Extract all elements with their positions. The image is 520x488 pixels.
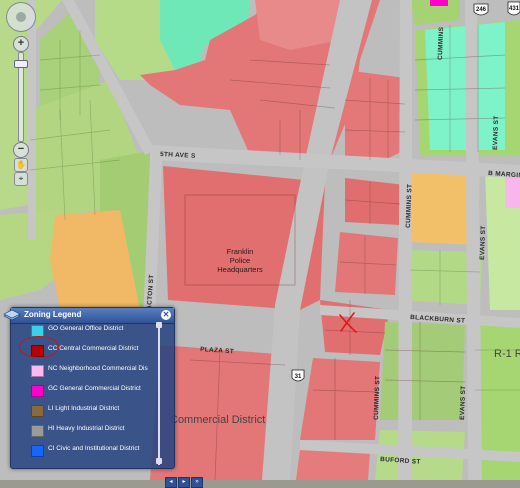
layers-icon <box>3 310 21 321</box>
street-label-evans-south: EVANS ST <box>459 385 467 420</box>
legend-swatch <box>31 445 44 457</box>
route-shield-246-label: 246 <box>476 7 487 13</box>
zone-commercial-east1 <box>345 70 405 165</box>
legend-item: NC Neighborhood Commercial Dis <box>31 364 161 378</box>
legend-item-label: LI Light Industrial District <box>48 405 120 412</box>
legend-swatch <box>31 405 44 417</box>
legend-item: GO General Office District <box>31 324 161 338</box>
legend-footer-controls: ◂ ▸» <box>165 470 215 488</box>
legend-item-label: GC General Commercial District <box>48 385 141 392</box>
zoom-slider-thumb[interactable] <box>14 60 28 68</box>
legend-last-button[interactable]: » <box>191 477 203 488</box>
zone-gc-top <box>430 0 448 6</box>
zone-commercial-east6 <box>296 450 370 480</box>
legend-title: Zoning Legend <box>24 310 82 319</box>
street-label-evans-mid: EVANS ST <box>479 225 487 260</box>
legend-prev-button[interactable]: ◂ <box>165 477 177 488</box>
zoom-out-button[interactable]: − <box>13 142 29 158</box>
legend-item: CI Civic and Institutional District <box>31 444 161 458</box>
route-shield-246: 246 <box>473 3 489 16</box>
legend-scroll-down-icon[interactable] <box>156 458 162 464</box>
place-label-line2: Police <box>230 256 250 265</box>
annotation-circle <box>19 336 59 358</box>
zoom-in-button[interactable]: + <box>13 36 29 52</box>
zone-commercial-east2 <box>345 178 405 225</box>
legend-item: HI Heavy Industrial District <box>31 424 161 438</box>
legend-close-button[interactable]: ✕ <box>161 310 171 320</box>
legend-item-label: GO General Office District <box>48 325 124 332</box>
route-shield-431: 431 <box>507 1 520 16</box>
legend-scrollbar[interactable] <box>158 327 160 465</box>
zone-residential-e3 <box>380 322 465 420</box>
legend-swatch <box>31 425 44 437</box>
legend-swatch <box>31 385 44 397</box>
street-label-evans-north: EVANS ST <box>492 115 500 150</box>
legend-next-button[interactable]: ▸ <box>178 477 190 488</box>
cummins-st-road <box>398 0 412 480</box>
place-label-line3: Headquarters <box>217 265 263 274</box>
legend-item-label: CI Civic and Institutional District <box>48 445 140 452</box>
pan-hand-tool-icon[interactable]: ✋ <box>14 158 28 172</box>
zoom-box-tool-icon[interactable]: ⌖ <box>14 172 28 186</box>
district-label-commercial: Commercial District <box>170 414 265 426</box>
route-shield-31-label: 31 <box>295 374 302 380</box>
legend-item: LI Light Industrial District <box>31 404 161 418</box>
zoning-legend-panel: Zoning Legend ✕ GO General Office Distri… <box>3 307 175 469</box>
legend-item-label: NC Neighborhood Commercial Dis <box>48 365 148 372</box>
street-label-cummins-top: CUMMINS <box>437 26 445 60</box>
route-shield-31: 31 <box>291 369 305 382</box>
legend-item: GC General Commercial District <box>31 384 161 398</box>
pan-control[interactable] <box>6 2 36 32</box>
legend-item-label: CC Central Commercial District <box>48 345 139 352</box>
zone-code-label-r1: R-1 Re <box>494 348 520 360</box>
legend-swatch <box>31 365 44 377</box>
route-shield-431-label: 431 <box>509 6 520 12</box>
map-navigation-control: + − ✋ ⌖ <box>4 0 36 190</box>
place-label-line1: Franklin <box>227 247 254 256</box>
zone-commercial-east5 <box>300 358 380 440</box>
legend-item-label: HI Heavy Industrial District <box>48 425 125 432</box>
